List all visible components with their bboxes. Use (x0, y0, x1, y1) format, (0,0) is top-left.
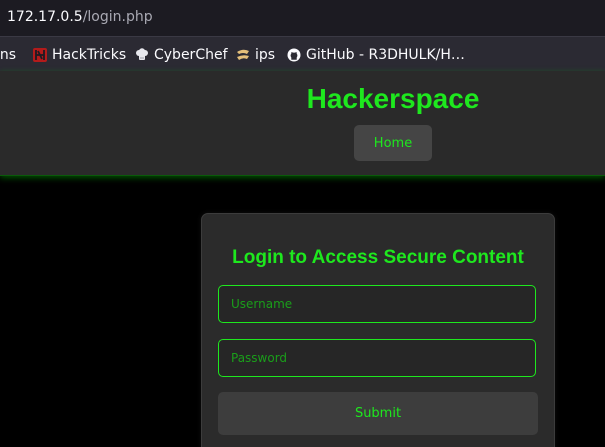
bookmark-label: GitHub - R3DHULK/H… (306, 47, 465, 63)
hacktricks-icon (33, 48, 47, 62)
bookmark-ins[interactable]: ins (0, 46, 16, 64)
password-input[interactable] (218, 339, 536, 377)
url-host: 172.17.0.5 (7, 9, 83, 25)
bookmark-github[interactable]: GitHub - R3DHULK/H… (287, 46, 465, 64)
bookmark-cyberchef[interactable]: CyberChef (135, 46, 228, 64)
login-form-card: Login to Access Secure Content Submit (201, 213, 555, 447)
bookmark-label: ips (255, 47, 276, 63)
bookmark-label: ins (0, 47, 17, 63)
username-input[interactable] (218, 285, 536, 323)
browser-viewport: 172.17.0.5/login.php ins HackTricks (0, 0, 605, 447)
submit-button[interactable]: Submit (218, 392, 538, 435)
bookmark-ips[interactable]: ips (236, 46, 275, 64)
login-heading: Login to Access Secure Content (232, 247, 524, 268)
bookmarks-toolbar: ins HackTricks CyberChef (0, 36, 605, 72)
site-title: Hackerspace (306, 83, 480, 114)
address-bar[interactable]: 172.17.0.5/login.php (0, 0, 605, 36)
github-icon (287, 48, 301, 62)
ips-icon (236, 48, 250, 62)
nav-home-button[interactable]: Home (354, 125, 432, 161)
chef-hat-icon (135, 48, 149, 62)
url-path: /login.php (82, 9, 153, 25)
bookmark-label: CyberChef (154, 47, 228, 63)
bookmark-hacktricks[interactable]: HackTricks (33, 46, 126, 64)
site-header: Hackerspace Home (0, 71, 605, 176)
url-text[interactable]: 172.17.0.5/login.php (7, 9, 153, 25)
bookmark-label: HackTricks (52, 47, 127, 63)
